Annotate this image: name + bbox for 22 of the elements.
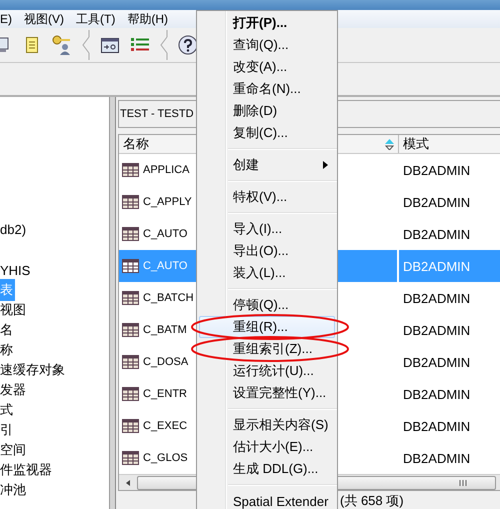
table-cell-text: DB2ADMIN [402, 418, 470, 434]
status-text: (共 658 项) [340, 492, 404, 509]
table-cell: C_ENTR [143, 388, 188, 400]
table-cell: C_EXEC [143, 420, 188, 432]
table-cell-text: DB2ADMIN [402, 354, 470, 370]
table-cell-text: DB2ADMIN [402, 322, 470, 338]
table-cell: C_DOSA [143, 356, 188, 368]
table-cell: C_AUTO [143, 228, 188, 240]
table-cell: C_GLOS [143, 452, 188, 464]
table-cell: C_AUTO [143, 260, 188, 272]
table-cell-text: DB2ADMIN [402, 194, 470, 210]
panel-title: TEST - TESTD [120, 108, 194, 120]
table-cell: C_BATM [143, 324, 187, 336]
table-cell-text: DB2ADMIN [402, 290, 470, 306]
table-cell-text: DB2ADMIN [402, 386, 470, 402]
table-cell-text: DB2ADMIN [402, 258, 470, 274]
table-cell-text: DB2ADMIN [402, 162, 470, 178]
table-cell-text: DB2ADMIN [402, 226, 470, 242]
table-cell: C_APPLY [143, 196, 192, 208]
table-cell: C_BATCH [143, 292, 194, 304]
table-cell-text: DB2ADMIN [402, 450, 470, 466]
table-cell: APPLICA [143, 164, 190, 176]
